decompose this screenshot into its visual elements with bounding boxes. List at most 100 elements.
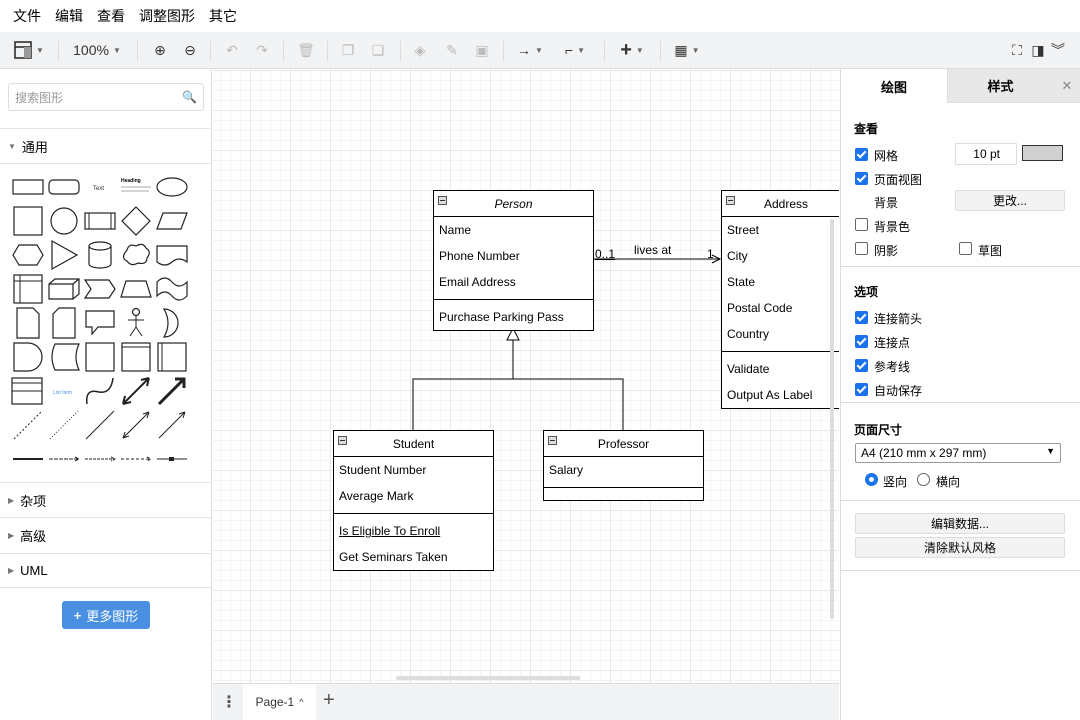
palette-shape[interactable] [121,206,151,236]
palette-shape[interactable] [49,456,81,462]
class-person[interactable]: Person Name Phone Number Email Address Purch… [433,190,594,331]
grid-size-stepper[interactable]: 10 pt [955,143,1017,165]
attribute[interactable]: City [722,243,839,269]
landscape-radio[interactable] [917,473,930,486]
sketch-checkbox[interactable] [959,242,972,255]
vertical-scrollbar[interactable] [830,219,834,619]
palette-shape[interactable] [157,457,187,461]
class-header[interactable]: Address [722,191,839,217]
palette-shape[interactable] [51,239,79,271]
diagram-canvas[interactable]: 0..1 lives at 1 Person Name Phone Number Em… [213,69,839,683]
palette-shape[interactable] [49,410,79,440]
method[interactable]: Validate [722,356,839,382]
palette-shape[interactable] [122,243,150,266]
palette-shape[interactable] [13,206,43,236]
palette-shape[interactable] [12,244,44,266]
attribute[interactable]: Name [434,217,593,243]
close-icon[interactable]: ✕ [1053,69,1080,103]
menu-view[interactable]: 查看 [90,6,132,26]
attribute[interactable]: Country [722,321,839,347]
class-student[interactable]: Student Student Number Average Mark Is Elig… [333,430,494,571]
palette-shape[interactable] [122,411,150,439]
grid-color-swatch[interactable] [1022,145,1063,161]
option-checkbox[interactable] [855,359,868,372]
grid-checkbox[interactable] [855,148,868,161]
palette-shape[interactable] [156,277,188,301]
tab-diagram[interactable]: 绘图 [841,69,947,103]
method[interactable]: Purchase Parking Pass [434,304,593,330]
attribute[interactable]: Street [722,217,839,243]
option-checkbox[interactable] [855,335,868,348]
search-icon[interactable]: 🔍 [182,90,197,104]
palette-shape[interactable] [157,342,187,372]
palette-shape[interactable] [13,410,43,440]
section-advanced[interactable]: ▶ 高级 [0,517,212,552]
palette-shape[interactable] [85,410,115,440]
format-panel-icon[interactable]: ▼ [10,32,48,68]
palette-shape[interactable] [12,179,44,195]
collapse-icon[interactable] [338,436,347,445]
palette-shape[interactable] [156,245,188,266]
shadow-icon[interactable]: ▣ [470,32,494,68]
palette-shape[interactable]: List Item [53,390,72,396]
class-header[interactable]: Student [334,431,493,457]
attribute[interactable]: Postal Code [722,295,839,321]
palette-shape[interactable] [83,279,116,299]
palette-shape[interactable] [121,456,153,462]
undo-icon[interactable]: ↶ [220,32,244,68]
palette-shape[interactable] [13,342,43,372]
section-general[interactable]: ▼ 通用 [0,128,212,163]
palette-shape[interactable]: Heading [121,178,151,192]
collapse-icon[interactable] [548,436,557,445]
palette-shape[interactable] [13,274,43,304]
attribute[interactable]: Student Number [334,457,493,483]
menu-edit[interactable]: 编辑 [48,6,90,26]
palette-shape[interactable] [85,342,115,372]
collapse-icon[interactable]: ︾ [1048,32,1068,68]
page-view-checkbox[interactable] [855,172,868,185]
palette-shape[interactable] [122,377,150,405]
change-background-button[interactable]: 更改... [955,190,1065,211]
palette-shape[interactable] [84,212,116,230]
palette-shape[interactable] [85,310,115,336]
more-shapes-button[interactable]: + 更多图形 [62,601,150,629]
line-color-icon[interactable]: ✎ [440,32,464,68]
attribute[interactable]: Average Mark [334,483,493,509]
fill-color-icon[interactable]: ◈ [408,32,432,68]
add-page-icon[interactable]: + [323,689,335,712]
palette-shape[interactable] [16,307,40,339]
method[interactable]: Get Seminars Taken [334,544,493,570]
class-address[interactable]: Address Street City State Postal Code Country… [721,190,839,409]
zoom-out-icon[interactable]: ⊖ [178,32,202,68]
zoom-in-icon[interactable]: ⊕ [148,32,172,68]
insert-icon[interactable]: + ▼ [614,32,650,68]
menu-file[interactable]: 文件 [6,6,48,26]
method[interactable]: Output As Label [722,382,839,408]
class-header[interactable]: Person [434,191,593,217]
palette-shape[interactable] [52,307,76,339]
fullscreen-icon[interactable]: ⛶ [1006,32,1028,68]
redo-icon[interactable]: ↷ [250,32,274,68]
connection-icon[interactable]: → ▼ [512,32,548,68]
portrait-radio[interactable] [865,473,878,486]
shadow-checkbox[interactable] [855,242,868,255]
palette-shape[interactable] [48,179,80,195]
class-header[interactable]: Professor [544,431,703,457]
waypoints-icon[interactable]: ⌐ ▼ [556,32,594,68]
menu-arrange[interactable]: 调整图形 [132,6,202,26]
attribute[interactable]: Email Address [434,269,593,295]
attribute[interactable]: Phone Number [434,243,593,269]
horizontal-scrollbar[interactable] [396,676,580,680]
background-color-checkbox[interactable] [855,218,868,231]
search-input[interactable]: 搜索图形 🔍 [8,83,204,111]
option-checkbox[interactable] [855,383,868,396]
to-back-icon[interactable]: ❏ [366,32,390,68]
palette-shape[interactable] [48,278,80,300]
menu-extras[interactable]: 其它 [202,6,244,26]
palette-shape[interactable] [128,307,144,337]
zoom-dropdown[interactable]: 100% ▼ [66,32,128,68]
palette-shape[interactable] [50,207,78,235]
class-professor[interactable]: Professor Salary [543,430,704,501]
palette-shape[interactable] [156,177,188,197]
toggle-panel-icon[interactable]: ◨ [1028,32,1048,68]
